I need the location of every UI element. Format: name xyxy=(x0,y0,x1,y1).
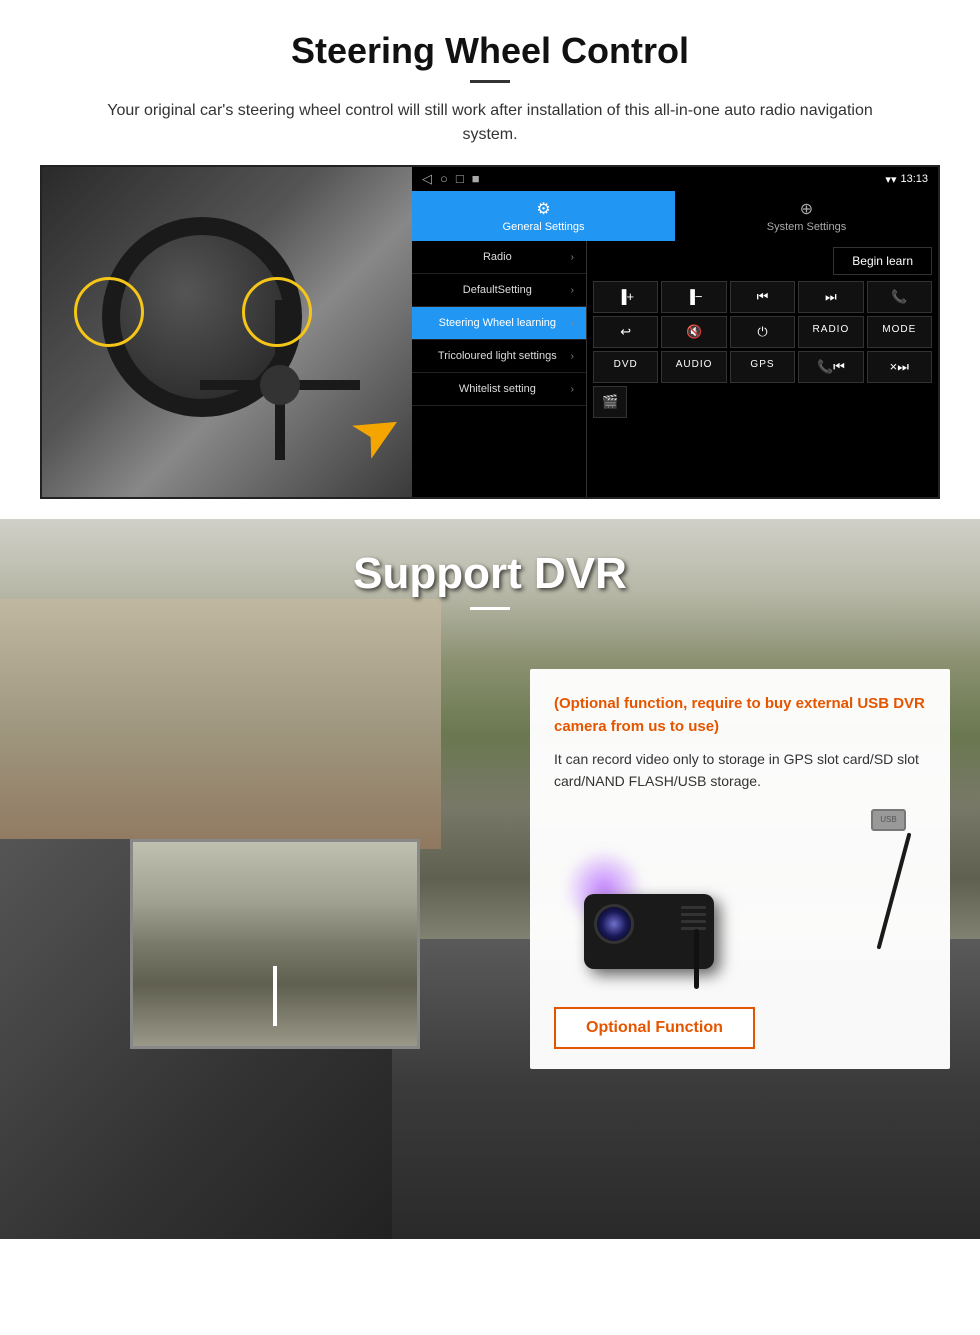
chevron-icon-4: › xyxy=(571,351,574,362)
menu-item-whitelist[interactable]: Whitelist setting › xyxy=(412,373,586,406)
control-row-3: DVD AUDIO GPS 📞⏮ ×⏭ xyxy=(593,351,932,383)
control-row-1: ▐+ ▐− ⏮ ⏭ 📞 xyxy=(593,281,932,313)
tab-system-settings[interactable]: ⊕ System Settings xyxy=(675,191,938,241)
signal-icon: ▾▾ xyxy=(885,173,896,186)
menu-item-steering[interactable]: Steering Wheel learning › xyxy=(412,307,586,340)
mode-btn[interactable]: MODE xyxy=(867,316,932,348)
road-line xyxy=(273,966,277,1026)
call-btn[interactable]: 📞 xyxy=(867,281,932,313)
menu-item-radio[interactable]: Radio › xyxy=(412,241,586,274)
dvr-thumbnail-image xyxy=(130,839,420,1049)
time-display: 13:13 xyxy=(900,173,928,185)
begin-learn-row: Begin learn xyxy=(593,247,932,275)
tab-system-label: System Settings xyxy=(767,221,846,233)
mute-next-btn[interactable]: ×⏭ xyxy=(867,351,932,383)
highlight-circle-right xyxy=(242,277,312,347)
steering-wheel-section: Steering Wheel Control Your original car… xyxy=(0,0,980,499)
chevron-icon-2: › xyxy=(571,285,574,296)
menu-radio-label: Radio xyxy=(424,251,571,263)
camera-illustration: USB xyxy=(554,809,926,989)
subtitle-text: Your original car's steering wheel contr… xyxy=(80,99,900,147)
menu-item-tricolour[interactable]: Tricoloured light settings › xyxy=(412,340,586,373)
wheel-center xyxy=(260,365,300,405)
home-icon[interactable]: ○ xyxy=(440,171,448,187)
radio-btn[interactable]: RADIO xyxy=(798,316,863,348)
control-row-2: ↩ 🔇 ⏻ RADIO MODE xyxy=(593,316,932,348)
android-panel: ◁ ○ □ ■ ▾▾ 13:13 ⚙ General Settings ⊕ xyxy=(412,167,938,497)
back-call-btn[interactable]: ↩ xyxy=(593,316,658,348)
statusbar-right: ▾▾ 13:13 xyxy=(885,173,928,186)
dvr-title-area: Support DVR xyxy=(0,549,980,610)
next-track-btn[interactable]: ⏭ xyxy=(798,281,863,313)
tab-general-settings[interactable]: ⚙ General Settings xyxy=(412,191,675,241)
gps-btn[interactable]: GPS xyxy=(730,351,795,383)
dvr-optional-text: (Optional function, require to buy exter… xyxy=(554,693,926,738)
statusbar-nav-icons: ◁ ○ □ ■ xyxy=(422,171,480,187)
camera-lens xyxy=(594,904,634,944)
highlight-circle-left xyxy=(74,277,144,347)
power-btn[interactable]: ⏻ xyxy=(730,316,795,348)
vol-down-btn[interactable]: ▐− xyxy=(661,281,726,313)
audio-btn[interactable]: AUDIO xyxy=(661,351,726,383)
begin-learn-button[interactable]: Begin learn xyxy=(833,247,932,275)
menu-default-label: DefaultSetting xyxy=(424,284,571,296)
android-tabs: ⚙ General Settings ⊕ System Settings xyxy=(412,191,938,241)
menu-tricolour-label: Tricoloured light settings xyxy=(424,350,571,362)
android-statusbar: ◁ ○ □ ■ ▾▾ 13:13 xyxy=(412,167,938,191)
android-mockup: ➤ ◁ ○ □ ■ ▾▾ 13:13 ⚙ Ge xyxy=(40,165,940,499)
dvr-title-divider xyxy=(470,607,510,610)
dvr-buildings xyxy=(0,599,441,849)
menu-whitelist-label: Whitelist setting xyxy=(424,383,571,395)
prev-track-btn[interactable]: ⏮ xyxy=(730,281,795,313)
menu-item-default[interactable]: DefaultSetting › xyxy=(412,274,586,307)
dvd-btn[interactable]: DVD xyxy=(593,351,658,383)
control-row-4: 🎬 xyxy=(593,386,932,418)
dvr-desc-text: It can record video only to storage in G… xyxy=(554,748,926,793)
camera-vents xyxy=(681,906,706,930)
call-prev-btn[interactable]: 📞⏮ xyxy=(798,351,863,383)
settings-menu: Radio › DefaultSetting › Steering Wheel … xyxy=(412,241,587,497)
chevron-icon-5: › xyxy=(571,384,574,395)
chevron-icon-3: › xyxy=(571,318,574,329)
dvr-section: Support DVR (Optional function, require … xyxy=(0,519,980,1239)
vol-up-btn[interactable]: ▐+ xyxy=(593,281,658,313)
thumb-inner xyxy=(133,842,417,1046)
dvr-info-box: (Optional function, require to buy exter… xyxy=(530,669,950,1069)
steering-wheel-image: ➤ xyxy=(42,167,412,497)
android-content: Radio › DefaultSetting › Steering Wheel … xyxy=(412,241,938,497)
dvr-title: Support DVR xyxy=(0,549,980,599)
mute-btn[interactable]: 🔇 xyxy=(661,316,726,348)
cable-loop xyxy=(877,832,912,949)
arrow-icon: ➤ xyxy=(338,389,412,475)
usb-plug-icon: USB xyxy=(871,809,906,831)
gear-icon: ⚙ xyxy=(536,199,550,219)
camera-cable xyxy=(694,929,699,989)
chevron-icon: › xyxy=(571,252,574,263)
tab-general-label: General Settings xyxy=(503,221,585,233)
media-btn[interactable]: 🎬 xyxy=(593,386,627,418)
title-divider xyxy=(470,80,510,83)
back-icon[interactable]: ◁ xyxy=(422,171,432,187)
menu-steering-label: Steering Wheel learning xyxy=(424,317,571,329)
page-title: Steering Wheel Control xyxy=(40,30,940,72)
screenshot-icon[interactable]: ■ xyxy=(472,171,480,187)
controls-panel: Begin learn ▐+ ▐− ⏮ ⏭ 📞 ↩ 🔇 ⏻ xyxy=(587,241,938,497)
optional-function-button[interactable]: Optional Function xyxy=(554,1007,755,1049)
recent-icon[interactable]: □ xyxy=(456,171,464,187)
system-icon: ⊕ xyxy=(800,199,813,219)
